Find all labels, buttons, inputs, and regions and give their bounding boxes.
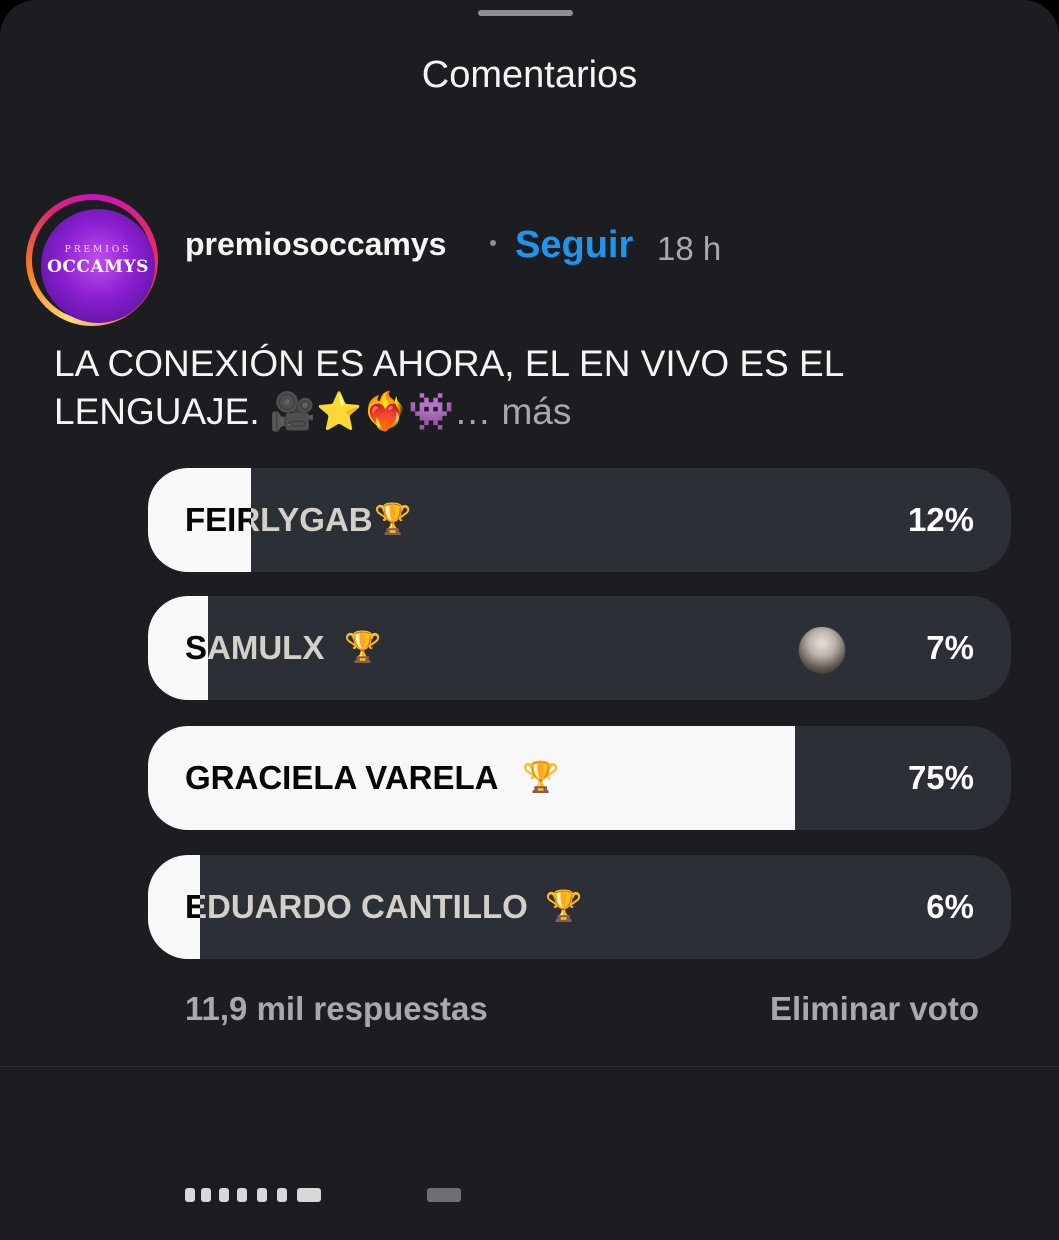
poll-option[interactable]: FEIRLYGAB 🏆 12% (148, 468, 1011, 572)
trophy-icon: 🏆 (545, 890, 583, 923)
post-time: 18 h (657, 230, 722, 267)
responses-count: 11,9 mil respuestas (185, 990, 488, 1027)
sheet-title: Comentarios (421, 54, 638, 96)
post-caption: LA CONEXIÓN ES AHORA, EL EN VIVO ES EL L… (54, 340, 1014, 436)
avatar-logo-text: OCCAMYS (47, 257, 149, 277)
poll-option-label: EDUARDO CANTILLO (185, 888, 528, 925)
divider (0, 1066, 1059, 1067)
drag-handle[interactable] (478, 10, 573, 16)
trophy-icon: 🏆 (344, 631, 382, 664)
poll-option[interactable]: SAMULX 🏆 7% (148, 596, 1011, 700)
next-comment-username-cropped (185, 1180, 475, 1210)
username[interactable]: premiosoccamys (185, 226, 446, 263)
poll-option[interactable]: EDUARDO CANTILLO 🏆 6% (148, 855, 1011, 959)
poll-option-percent: 6% (926, 888, 974, 925)
separator-dot (490, 240, 496, 246)
poll-option-label: FEIRLYGAB (185, 501, 373, 538)
voter-avatar (798, 626, 846, 674)
follow-button[interactable]: Seguir (515, 224, 633, 267)
remove-vote-button[interactable]: Eliminar voto (770, 990, 979, 1028)
avatar-logo-small-text: PREMIOS (64, 245, 132, 255)
trophy-icon: 🏆 (522, 761, 560, 794)
poll-option[interactable]: GRACIELA VARELA 🏆 75% (148, 726, 1011, 830)
comments-sheet: Comentarios PREMIOS OCCAMYS premiosoccam… (0, 0, 1059, 1240)
poll-option-label: SAMULX (185, 629, 325, 666)
poll-option-percent: 75% (907, 759, 974, 796)
caption-text: LA CONEXIÓN ES AHORA, EL EN VIVO ES EL L… (54, 343, 843, 432)
story-ring[interactable]: PREMIOS OCCAMYS (26, 194, 158, 326)
poll-option-percent: 12% (907, 501, 974, 538)
poll-option-percent: 7% (926, 629, 974, 666)
trophy-icon: 🏆 (374, 503, 412, 536)
poll-option-label: GRACIELA VARELA (185, 759, 499, 796)
avatar[interactable]: PREMIOS OCCAMYS (41, 209, 155, 323)
more-link[interactable]: … más (454, 391, 571, 432)
